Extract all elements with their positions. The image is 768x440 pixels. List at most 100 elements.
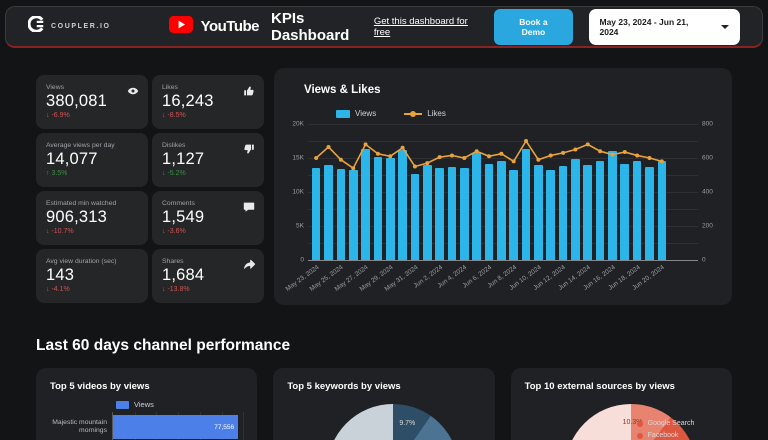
likes-point[interactable] [524,139,529,143]
legend-likes-label: Likes [427,109,446,118]
sources-legend-item[interactable]: Facebook [636,432,695,439]
coupler-logo-icon [27,15,44,37]
kpi-delta: ↓ -6.9% [46,112,70,119]
likes-point[interactable] [573,147,578,152]
views-likes-plot: 20K 15K 10K 5K 0 800 600 400 200 0 May 23, 2024 May… [284,121,713,293]
kpi-value: 1,127 [162,150,205,168]
likes-point[interactable] [363,142,368,147]
likes-point[interactable] [400,145,405,150]
kpi-delta: ↓ -10.7% [46,228,74,235]
sources-legend: Google Search Facebook [636,420,695,439]
top-keywords-panel: Top 5 keywords by views 9.7% [273,368,495,440]
likes-point[interactable] [610,152,615,157]
y-axis-left-tick: 5K [296,222,304,230]
eye-icon [127,84,139,102]
sources-legend-label: Google Search [647,420,695,427]
y-axis-right-tick: 200 [702,222,713,230]
kpi-card-views: Views 380,081 ↓ -6.9% [36,75,148,129]
get-dashboard-link[interactable]: Get this dashboard for free [374,16,478,38]
coupler-brand-text: COUPLER.IO [51,23,111,30]
top-sources-panel: Top 10 external sources by views 10.3% G… [510,368,732,440]
top-videos-title: Top 5 videos by views [50,381,150,392]
x-axis-baseline [308,260,698,261]
y-axis-right-tick: 400 [702,188,713,196]
likes-point[interactable] [659,159,664,164]
share-icon [243,258,256,276]
likes-point[interactable] [585,142,590,147]
likes-line-swatch [404,110,423,117]
likes-point[interactable] [412,164,417,169]
likes-point[interactable] [548,153,553,158]
likes-point[interactable] [598,149,603,154]
kpi-value: 906,313 [46,208,108,226]
kpi-delta: ↓ -8.5% [162,112,186,119]
likes-point[interactable] [474,149,479,154]
page-title-text: KPIs Dashboard [271,9,350,44]
likes-point[interactable] [635,153,640,158]
likes-point[interactable] [511,159,516,164]
chevron-down-icon [721,24,729,29]
kpi-label: Comments [162,200,195,207]
legend-likes[interactable]: Likes [404,109,446,118]
likes-point[interactable] [326,144,331,149]
y-axis-right-tick: 600 [702,154,713,162]
video-bar-row: Majestic mountain mornings 77,556 [50,412,245,440]
kpi-value: 380,081 [46,92,108,110]
sources-legend-item[interactable]: Google Search [636,420,695,427]
y-axis-left-tick: 0 [300,256,304,264]
likes-point[interactable] [338,157,343,162]
likes-point[interactable] [462,156,467,160]
likes-point[interactable] [449,153,454,158]
likes-point[interactable] [351,166,356,171]
kpi-label: Avg view duration (sec) [46,258,117,265]
likes-point[interactable] [487,154,491,159]
views-likes-panel: Views & Likes Views Likes 20K 15K 10K 5K 0 80… [274,68,732,305]
kpi-card-avg-view-duration-sec-: Avg view duration (sec) 143 ↓ -4.1% [36,249,148,303]
thumb-down-icon [243,142,255,160]
kpi-value: 14,077 [46,150,98,168]
top-keywords-title: Top 5 keywords by views [287,381,401,392]
likes-point[interactable] [425,161,430,166]
date-range-value: May 23, 2024 - Jun 21, 2024 [599,16,689,37]
sources-legend-label: Facebook [647,432,679,439]
thumb-up-icon [243,84,255,102]
likes-point[interactable] [536,157,541,162]
gridline [243,412,245,440]
kpi-card-average-views-per-day: Average views per day 14,077 ↑ 3.5% [36,133,148,187]
kpi-value: 1,684 [162,266,205,284]
coupler-brand[interactable]: COUPLER.IO [27,15,111,37]
likes-point[interactable] [499,151,504,156]
likes-point[interactable] [622,150,627,155]
likes-line [314,139,664,171]
youtube-play-icon [168,15,193,38]
top-sources-title: Top 10 external sources by views [524,381,675,392]
top-videos-panel: Top 5 videos by views Views Majestic mou… [36,368,258,440]
y-axis-left-tick: 15K [292,154,304,162]
kpi-value: 143 [46,266,75,284]
kpi-delta: ↓ -5.2% [162,170,186,177]
date-range-picker[interactable]: May 23, 2024 - Jun 21, 2024 [588,8,740,45]
video-category-label: Majestic mountain mornings [52,418,107,434]
views-swatch [336,109,350,118]
section-title: Last 60 days channel performance [36,337,291,354]
video-views-bar[interactable]: 77,556 [113,415,239,439]
kpi-grid: Views 380,081 ↓ -6.9% Likes 16,243 ↓ -8.5% Ave… [36,75,264,305]
likes-point[interactable] [375,151,380,156]
likes-point[interactable] [561,150,566,155]
top-videos-chart: Majestic mountain mornings 77,556 [50,412,245,440]
likes-point[interactable] [647,156,652,160]
book-demo-button[interactable]: Book a Demo [494,8,573,45]
likes-point[interactable] [437,155,442,160]
top-videos-legend: Views [116,400,243,409]
likes-point[interactable] [314,156,319,160]
likes-point[interactable] [388,154,393,159]
views-likes-title: Views & Likes [304,84,381,96]
header-bar: COUPLER.IO YouTube KPIs Dashboard Get th… [5,6,763,48]
keywords-pie[interactable] [327,404,460,440]
comment-icon [243,200,255,218]
legend-views[interactable]: Views [336,109,376,118]
kpi-delta: ↑ 3.5% [46,170,68,177]
kpi-card-comments: Comments 1,549 ↓ -3.6% [152,191,264,245]
kpi-label: Dislikes [162,142,186,149]
kpi-label: Estimated min watched [46,200,117,207]
